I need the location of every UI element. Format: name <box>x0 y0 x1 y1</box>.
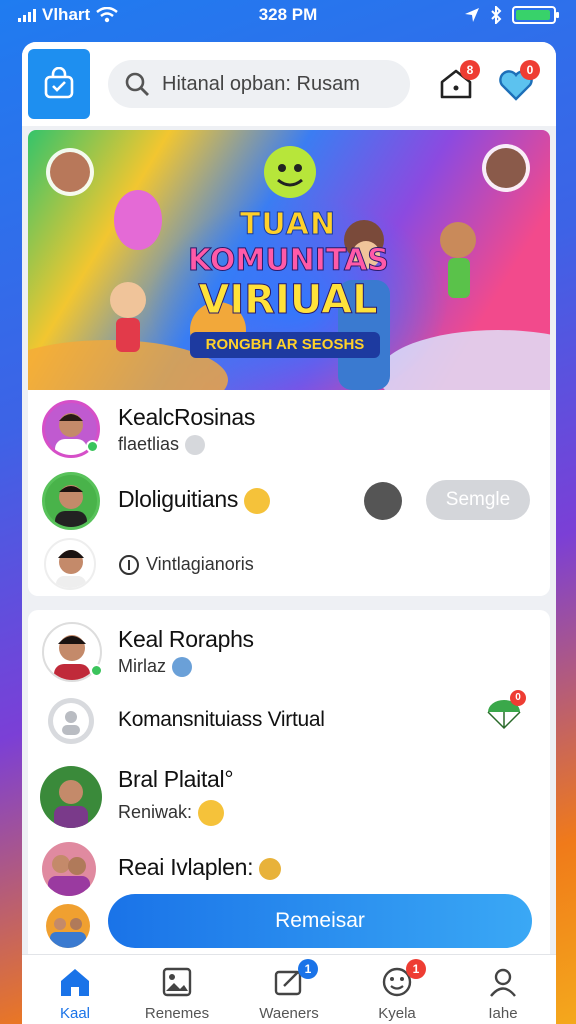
favorites-button[interactable]: 0 <box>496 60 540 104</box>
community-group-card: KealcRosinas flaetlias Dloliguitians Sem… <box>28 390 550 596</box>
status-bar: Vlhart 328 PM <box>0 0 576 32</box>
search-bar[interactable] <box>108 60 410 108</box>
list-item[interactable]: Reai Ivlaplen: <box>28 838 550 900</box>
smile-emoji-icon <box>244 487 271 514</box>
single-button[interactable]: Semgle <box>426 480 530 520</box>
banner-title-line3: VIRIUAL <box>198 277 378 323</box>
small-avatar <box>364 482 402 520</box>
info-icon <box>119 555 139 575</box>
group-description: Vintlagianoris <box>146 554 254 574</box>
member-status: Reniwak: <box>118 800 225 826</box>
emoji-icon <box>172 657 192 678</box>
banner-title-line2: KOMUNITAS <box>188 243 390 278</box>
community-list-card: Keal Roraphs Mirlaz Komansnituiass Virtu… <box>28 610 550 1010</box>
member-name: KealcRosinas <box>118 404 256 430</box>
list-item[interactable]: Keal Roraphs Mirlaz <box>28 610 550 692</box>
avatar-placeholder-icon <box>48 698 94 744</box>
member-status: Mirlaz <box>118 656 192 678</box>
avatar <box>42 842 96 896</box>
nav-item-reactions[interactable]: 1 Kyela <box>352 959 442 1023</box>
online-indicator <box>86 440 99 453</box>
notifications-badge: 8 <box>460 60 480 80</box>
nav-badge: 1 <box>298 959 318 979</box>
battery-icon <box>512 6 559 24</box>
nav-item-gallery[interactable]: Renemes <box>132 961 222 1023</box>
search-icon <box>125 72 149 96</box>
nav-label: Kyela <box>378 1005 416 1022</box>
list-item[interactable]: Komansnituiass Virtual 0 <box>28 690 550 756</box>
parachute-badge: 0 <box>510 690 526 706</box>
banner-title: TUAN KOMUNITAS VIRIUAL <box>188 207 390 323</box>
gamepad-icon <box>185 435 206 456</box>
parachute-button[interactable]: 0 <box>486 690 526 736</box>
list-item[interactable]: KealcRosinas flaetlias <box>28 390 550 466</box>
nav-label: Iahe <box>488 1005 518 1022</box>
nav-label: Renemes <box>144 1005 210 1022</box>
member-name: Keal Roraphs <box>118 626 254 652</box>
bottom-navigation: Kaal Renemes 1 Waeners 1 Kyela Iahe <box>22 954 556 1024</box>
nav-item-profile[interactable]: Iahe <box>458 961 548 1023</box>
avatar <box>46 904 90 948</box>
bluetooth-icon <box>491 6 502 24</box>
favorites-badge: 0 <box>520 60 540 80</box>
avatar <box>40 766 102 828</box>
nav-label: Waeners <box>259 1005 319 1022</box>
primary-action-button[interactable]: Remeisar <box>108 894 532 948</box>
banner-subtitle: RONGBH AR SEOSHS <box>190 332 380 358</box>
nav-item-home[interactable]: Kaal <box>30 961 120 1023</box>
nav-badge: 1 <box>406 959 426 979</box>
member-name: Dloliguitians <box>118 486 271 514</box>
gallery-icon <box>162 967 192 997</box>
location-icon <box>465 8 479 22</box>
member-status: flaetlias <box>118 434 206 456</box>
list-item[interactable]: Vintlagianoris <box>28 538 550 596</box>
search-input[interactable] <box>162 72 392 96</box>
home-icon <box>61 969 89 996</box>
nav-item-compose[interactable]: 1 Waeners <box>244 959 334 1023</box>
app-logo[interactable] <box>28 49 90 119</box>
community-name: Komansnituiass Virtual <box>118 708 325 731</box>
smile-emoji-icon <box>198 800 225 826</box>
notifications-button[interactable]: 8 <box>436 60 480 104</box>
profile-icon <box>490 968 516 997</box>
avatar <box>44 538 96 590</box>
community-banner[interactable]: TUAN KOMUNITAS VIRIUAL RONGBH AR SEOSHS <box>28 130 550 390</box>
member-name: Bral Plaital° <box>118 766 234 792</box>
app-window: 8 0 <box>22 42 556 1024</box>
member-name: Reai Ivlaplen: <box>118 854 282 881</box>
wave-emoji-icon <box>259 857 282 880</box>
top-bar: 8 0 <box>22 42 556 126</box>
list-item[interactable]: Bral Plaital° Reniwak: <box>28 756 550 838</box>
nav-label: Kaal <box>59 1005 91 1022</box>
online-indicator <box>90 664 103 677</box>
avatar <box>42 472 100 530</box>
banner-title-line1: TUAN <box>239 207 337 242</box>
shopping-bag-icon <box>44 67 74 99</box>
list-item[interactable]: Dloliguitians Semgle <box>28 466 550 538</box>
